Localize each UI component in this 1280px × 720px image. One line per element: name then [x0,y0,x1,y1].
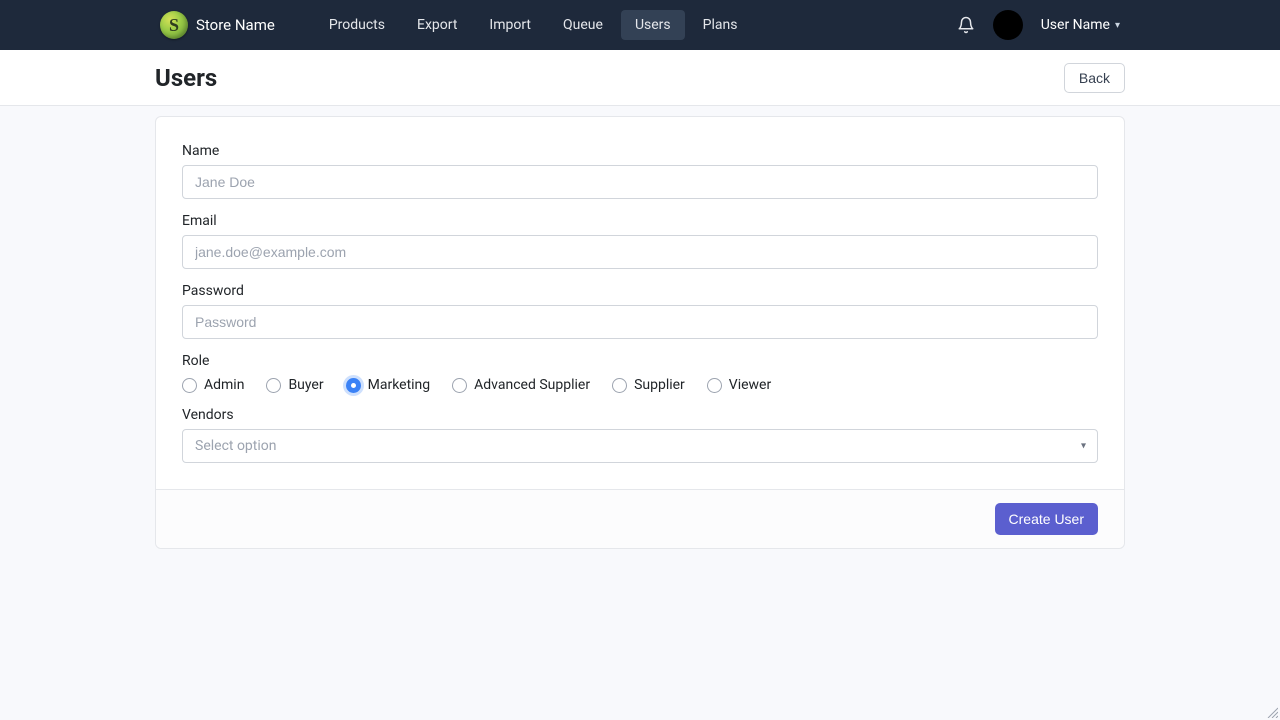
role-label: Admin [204,377,244,393]
user-name: User Name [1041,17,1110,33]
top-nav: S Store Name Products Export Import Queu… [0,0,1280,50]
brand-logo-icon: S [160,11,188,39]
label-password: Password [182,283,1098,299]
user-menu[interactable]: User Name ▾ [1041,17,1120,33]
radio-icon [452,378,467,393]
name-input[interactable] [182,165,1098,199]
label-role: Role [182,353,1098,369]
avatar[interactable] [993,10,1023,40]
subheader: Users Back [0,50,1280,106]
radio-icon [612,378,627,393]
radio-icon [182,378,197,393]
role-label: Buyer [288,377,323,393]
nav-item-import[interactable]: Import [475,10,545,40]
nav-item-plans[interactable]: Plans [689,10,752,40]
brand[interactable]: S Store Name [160,11,275,39]
nav-item-export[interactable]: Export [403,10,471,40]
nav-item-products[interactable]: Products [315,10,399,40]
vendors-placeholder: Select option [195,438,277,454]
label-name: Name [182,143,1098,159]
label-vendors: Vendors [182,407,1098,423]
role-option-buyer[interactable]: Buyer [266,377,323,393]
role-options: Admin Buyer Marketing Advanced Supplier [182,377,1098,393]
page-title: Users [155,64,217,92]
notification-bell-icon[interactable] [957,16,975,34]
create-user-card: Name Email Password Role Admin [155,116,1125,549]
role-option-viewer[interactable]: Viewer [707,377,771,393]
chevron-down-icon: ▾ [1115,20,1120,31]
store-name: Store Name [196,16,275,34]
role-option-advanced-supplier[interactable]: Advanced Supplier [452,377,590,393]
role-label: Supplier [634,377,685,393]
nav-items: Products Export Import Queue Users Plans [315,10,752,40]
email-input[interactable] [182,235,1098,269]
role-label: Marketing [368,377,431,393]
nav-right: User Name ▾ [957,10,1120,40]
role-option-supplier[interactable]: Supplier [612,377,685,393]
create-user-button[interactable]: Create User [995,503,1098,535]
radio-icon [346,378,361,393]
vendors-select[interactable]: Select option ▾ [182,429,1098,463]
radio-icon [266,378,281,393]
role-option-admin[interactable]: Admin [182,377,244,393]
nav-item-users[interactable]: Users [621,10,685,40]
role-label: Advanced Supplier [474,377,590,393]
back-button[interactable]: Back [1064,63,1125,93]
radio-icon [707,378,722,393]
password-input[interactable] [182,305,1098,339]
role-label: Viewer [729,377,771,393]
label-email: Email [182,213,1098,229]
resize-handle-icon [1266,706,1278,718]
role-option-marketing[interactable]: Marketing [346,377,431,393]
nav-item-queue[interactable]: Queue [549,10,617,40]
